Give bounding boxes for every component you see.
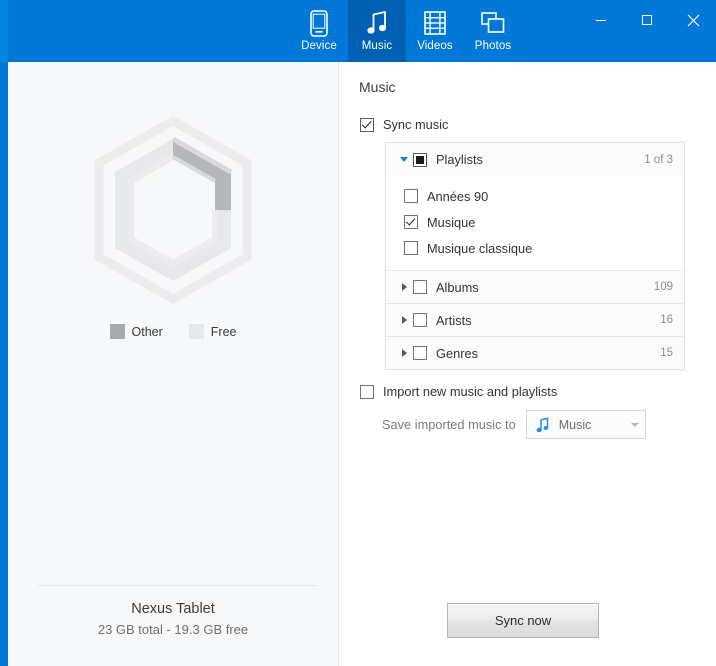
chevron-down-icon[interactable] <box>395 157 413 162</box>
phone-icon <box>310 9 328 37</box>
storage-chart-svg <box>94 115 252 305</box>
import-music-checkbox-row[interactable]: Import new music and playlists <box>360 384 557 399</box>
left-accent-rail <box>0 62 8 666</box>
page-title: Music <box>359 79 396 95</box>
sync-music-checkbox-row[interactable]: Sync music <box>360 117 448 132</box>
sync-music-label: Sync music <box>383 117 449 132</box>
save-imported-music-row: Save imported music to Music <box>382 410 646 439</box>
film-strip-icon <box>424 9 446 37</box>
legend-item-free: Free <box>188 324 237 339</box>
list-item[interactable]: Années 90 <box>386 183 684 209</box>
playlist-checkbox-annees-90[interactable] <box>404 189 418 203</box>
save-imported-music-label: Save imported music to <box>382 417 516 432</box>
playlist-checkbox-musique-classique[interactable] <box>404 241 418 255</box>
playlists-children: Années 90 Musique Musique classique <box>386 176 684 270</box>
minimize-icon[interactable] <box>578 0 624 40</box>
device-capacity: 23 GB total - 19.3 GB free <box>97 622 249 637</box>
list-item[interactable]: Musique <box>386 209 684 235</box>
tree-count-albums: 109 <box>653 281 673 293</box>
device-info: Nexus Tablet 23 GB total - 19.3 GB free <box>8 599 338 640</box>
tab-photos[interactable]: Photos <box>464 0 522 62</box>
content-area: Other Free Nexus Tablet 23 GB total - 19… <box>0 62 716 666</box>
playlist-label-musique: Musique <box>427 214 476 230</box>
tree-count-playlists: 1 of 3 <box>644 153 673 166</box>
save-location-dropdown[interactable]: Music <box>525 410 646 439</box>
chevron-right-icon[interactable] <box>395 349 413 357</box>
tree-row-albums[interactable]: Albums 109 <box>386 270 684 303</box>
device-name: Nexus Tablet <box>131 601 215 617</box>
tab-device-label: Device <box>301 40 337 52</box>
tree-row-playlists[interactable]: Playlists 1 of 3 <box>386 143 684 176</box>
artists-checkbox[interactable] <box>413 313 427 327</box>
legend-swatch-free <box>188 324 204 339</box>
playlist-checkbox-musique[interactable] <box>404 215 418 229</box>
window-controls <box>578 0 716 40</box>
tree-row-genres[interactable]: Genres 15 <box>386 336 684 369</box>
device-panel: Other Free Nexus Tablet 23 GB total - 19… <box>8 62 338 666</box>
list-item[interactable]: Musique classique <box>386 235 684 261</box>
tab-videos[interactable]: Videos <box>406 0 464 62</box>
genres-checkbox[interactable] <box>413 346 427 360</box>
tree-row-artists[interactable]: Artists 16 <box>386 303 684 336</box>
playlist-label-musique-classique: Musique classique <box>427 240 533 256</box>
storage-legend: Other Free <box>8 324 338 339</box>
playlist-label-annees-90: Années 90 <box>427 188 489 204</box>
legend-label-other: Other <box>131 324 163 339</box>
tree-label-albums: Albums <box>436 279 479 295</box>
tree-count-artists: 16 <box>660 314 673 326</box>
main-tabs: Device Music Videos Photos <box>290 0 522 62</box>
sync-now-button[interactable]: Sync now <box>447 603 599 638</box>
legend-swatch-other <box>109 324 125 339</box>
app-window: Device Music Videos Photos Other Free Ne… <box>0 0 716 666</box>
tab-videos-label: Videos <box>417 40 453 52</box>
sync-music-checkbox[interactable] <box>360 117 374 132</box>
tree-count-genres: 15 <box>660 347 673 359</box>
sync-now-label: Sync now <box>494 613 552 628</box>
tab-music[interactable]: Music <box>348 0 406 62</box>
music-note-icon <box>536 416 549 433</box>
title-bar: Device Music Videos Photos <box>0 0 716 62</box>
device-divider <box>38 585 316 586</box>
import-music-label: Import new music and playlists <box>383 384 558 399</box>
tab-music-label: Music <box>361 40 393 52</box>
music-settings-panel: Music Sync music Playlists 1 of 3 Années… <box>339 62 716 666</box>
legend-item-other: Other <box>109 324 163 339</box>
tree-label-genres: Genres <box>436 345 478 361</box>
playlists-checkbox[interactable] <box>413 152 427 167</box>
music-tree: Playlists 1 of 3 Années 90 Musique Musiq… <box>385 142 685 370</box>
maximize-icon[interactable] <box>624 0 670 40</box>
chevron-right-icon[interactable] <box>395 283 413 291</box>
close-icon[interactable] <box>670 0 716 40</box>
music-note-icon <box>366 9 388 37</box>
chevron-down-icon[interactable] <box>630 422 639 427</box>
legend-label-free: Free <box>210 324 237 339</box>
tab-photos-label: Photos <box>474 40 512 52</box>
tree-label-playlists: Playlists <box>436 152 483 167</box>
albums-checkbox[interactable] <box>413 280 427 294</box>
chevron-right-icon[interactable] <box>395 316 413 324</box>
import-music-checkbox[interactable] <box>360 384 374 399</box>
titlebar-accent <box>0 0 8 62</box>
tree-label-artists: Artists <box>436 312 472 328</box>
save-location-value: Music <box>558 417 592 432</box>
storage-hexagon-chart <box>8 110 338 310</box>
tab-device[interactable]: Device <box>290 0 348 62</box>
photos-icon <box>481 9 505 37</box>
